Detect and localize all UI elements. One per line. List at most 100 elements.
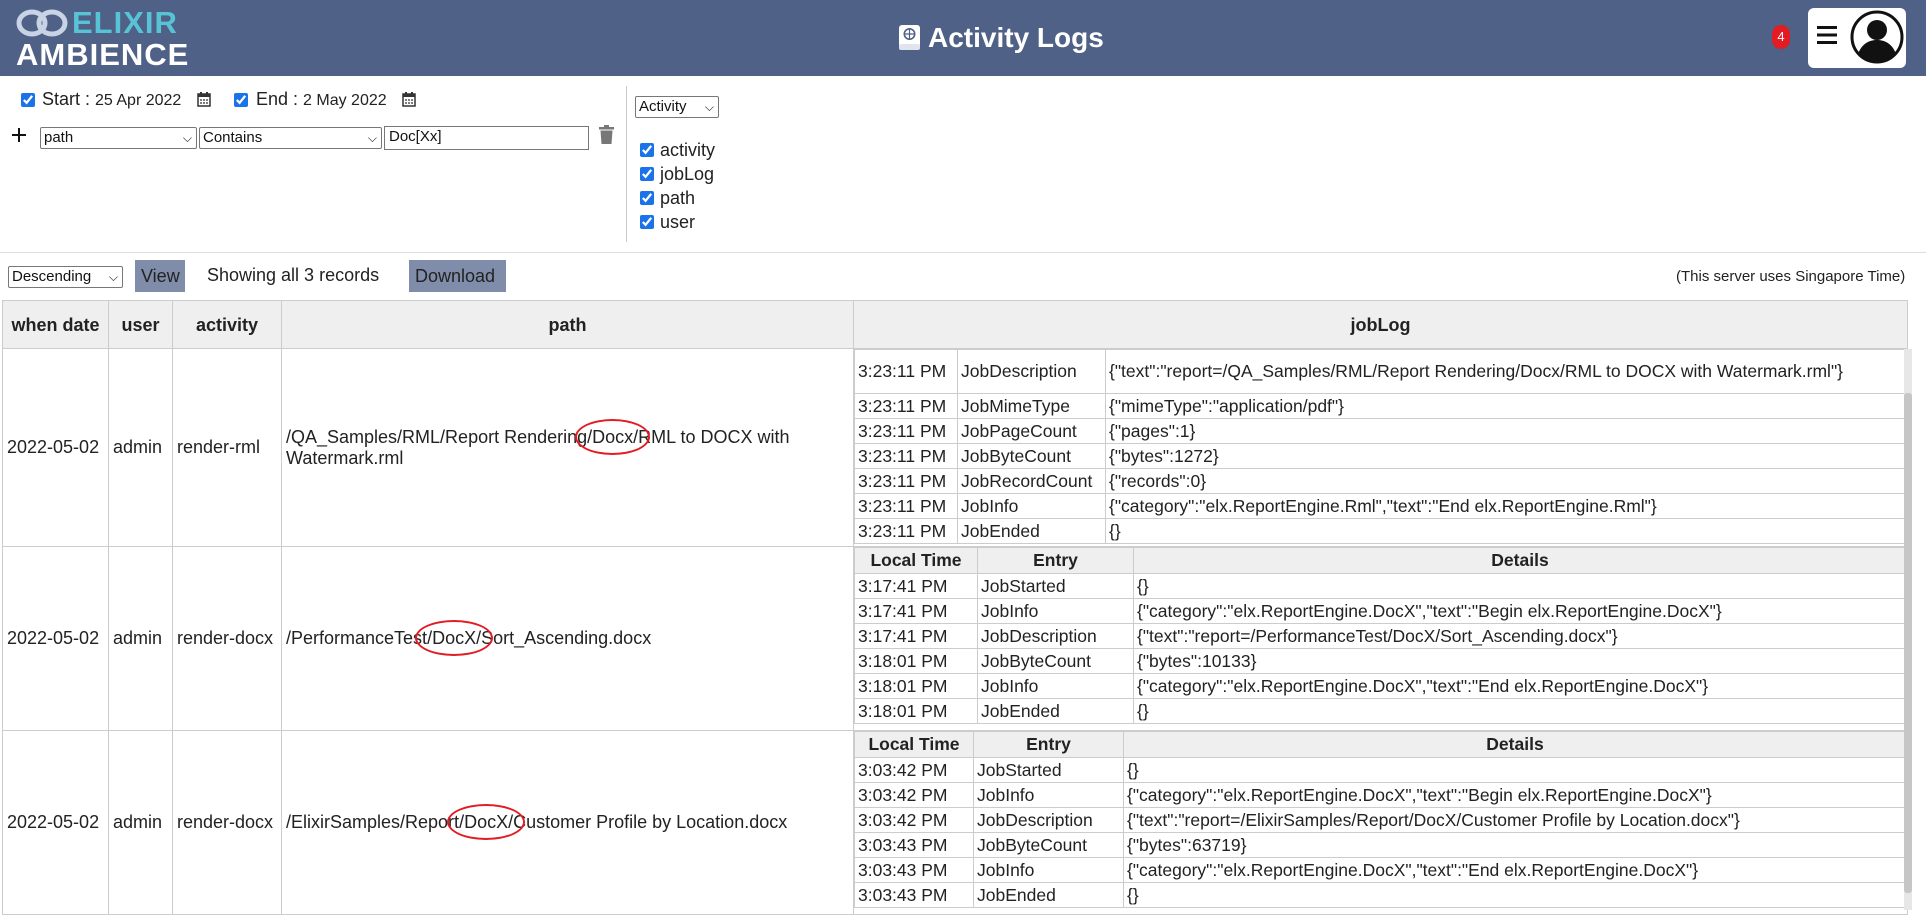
scrollbar-thumb[interactable] [1904, 393, 1912, 893]
column-toggle-joblog[interactable]: jobLog [640, 162, 715, 186]
joblog-row: 3:03:43 PM JobByteCount {"bytes":63719} [854, 832, 1907, 858]
joblog-row: 3:18:01 PM JobByteCount {"bytes":10133} [854, 648, 1907, 674]
column-toggle-activity[interactable]: activity [640, 138, 715, 162]
row-joblog: Local Time Entry Details 3:17:41 PM JobSt… [853, 546, 1908, 731]
download-button[interactable]: Download [409, 260, 506, 292]
end-calendar-icon[interactable] [402, 91, 416, 107]
display-mode-select[interactable]: Activity ⌵ [635, 96, 719, 118]
sort-order-select[interactable]: Descending ⌵ [8, 266, 123, 288]
row-joblog: 3:23:11 PM JobDescription {"text":"repor… [853, 348, 1908, 547]
column-header-joblog[interactable]: jobLog [853, 300, 1908, 349]
path-highlight-match: /Docx/ [587, 426, 639, 447]
joblog-row: 3:17:41 PM JobStarted{} [854, 573, 1907, 599]
column-user-checkbox[interactable] [640, 215, 654, 229]
end-date-label: End : 2 May 2022 [256, 89, 387, 109]
log-time: 3:03:43 PM [854, 882, 974, 908]
log-entry: JobInfo [977, 598, 1134, 624]
view-button[interactable]: View [135, 260, 185, 292]
user-menu[interactable] [1808, 8, 1906, 68]
log-details: {"pages":1} [1105, 418, 1907, 444]
column-header-user[interactable]: user [108, 300, 173, 349]
joblog-row: 3:03:43 PM JobInfo {"category":"elx.Report… [854, 857, 1907, 883]
row-activity: render-rml [172, 348, 282, 547]
joblog-row: 3:03:42 PM JobInfo {"category":"elx.Report… [854, 782, 1907, 808]
log-entry: JobInfo [973, 782, 1124, 808]
column-path-checkbox[interactable] [640, 191, 654, 205]
log-entry: JobEnded [957, 518, 1106, 544]
column-header-path[interactable]: path [281, 300, 854, 349]
log-entry: JobStarted [977, 573, 1134, 599]
chevron-down-icon: ⌵ [108, 270, 118, 284]
add-filter-icon[interactable] [11, 127, 27, 143]
row-activity: render-docx [172, 730, 282, 915]
log-book-icon [899, 25, 920, 50]
joblog-row: 3:17:41 PM JobDescription {"text":"report=… [854, 623, 1907, 649]
log-entry: JobEnded [973, 882, 1124, 908]
column-header-activity[interactable]: activity [172, 300, 282, 349]
log-entry: JobByteCount [957, 443, 1106, 469]
joblog-header-details: Details [1133, 547, 1907, 574]
start-calendar-icon[interactable] [197, 91, 211, 107]
log-details: {"records":0} [1105, 468, 1907, 494]
column-header-when-date[interactable]: when date [2, 300, 109, 349]
log-entry: JobRecordCount [957, 468, 1106, 494]
row-joblog: Local Time Entry Details 3:03:42 PM JobSt… [853, 730, 1908, 915]
log-entry: JobByteCount [977, 648, 1134, 674]
log-details: {"category":"elx.ReportEngine.DocX","tex… [1133, 673, 1907, 699]
path-highlight-match: /DocX/ [427, 628, 482, 648]
log-time: 3:17:41 PM [854, 598, 978, 624]
notification-badge[interactable]: 4 [1772, 25, 1790, 49]
end-date-checkbox[interactable] [234, 93, 248, 107]
joblog-row: 3:23:11 PM JobMimeType {"mimeType":"applic… [854, 393, 1907, 419]
start-date-value: 25 Apr 2022 [95, 92, 182, 109]
joblog-row: 3:03:42 PM JobStarted{} [854, 757, 1907, 783]
row-date: 2022-05-02 [2, 730, 109, 915]
joblog-row: 3:23:11 PM JobEnded{} [854, 518, 1907, 544]
delete-filter-trash-icon[interactable] [598, 125, 615, 145]
log-entry: JobStarted [973, 757, 1124, 783]
joblog-row: 3:03:43 PM JobEnded{} [854, 882, 1907, 908]
log-time: 3:23:11 PM [854, 418, 958, 444]
log-time: 3:23:11 PM [854, 443, 958, 469]
table-scrollbar[interactable] [1904, 349, 1912, 910]
log-time: 3:17:41 PM [854, 573, 978, 599]
column-path-label: path [660, 187, 696, 208]
log-details: {"text":"report=/ElixirSamples/Report/Do… [1123, 807, 1907, 833]
joblog-row: 3:18:01 PM JobEnded{} [854, 698, 1907, 724]
table-header-row: when date user activity path jobLog [2, 300, 1908, 349]
end-date-value: 2 May 2022 [303, 92, 387, 109]
log-entry: JobDescription [973, 807, 1124, 833]
log-details: {} [1123, 882, 1907, 908]
logo-text-ambience: AMBIENCE [16, 37, 190, 72]
joblog-row: 3:17:41 PM JobInfo {"category":"elx.Report… [854, 598, 1907, 624]
log-entry: JobByteCount [973, 832, 1124, 858]
table-row[interactable]: 2022-05-02 admin render-rml /QA_Samples/… [2, 348, 1908, 547]
elixir-ambience-logo[interactable]: ELIXIR AMBIENCE [16, 6, 188, 70]
start-date-checkbox[interactable] [21, 93, 35, 107]
hamburger-menu-icon[interactable] [1816, 24, 1838, 46]
joblog-header-entry: Entry [977, 547, 1134, 574]
user-avatar-icon[interactable] [1850, 10, 1904, 64]
page-title: Activity Logs [928, 22, 1104, 53]
path-suffix: Sort_Ascending.docx [481, 628, 652, 648]
joblog-header-details: Details [1123, 731, 1907, 758]
row-activity: render-docx [172, 546, 282, 731]
column-activity-checkbox[interactable] [640, 143, 654, 157]
log-time: 3:18:01 PM [854, 673, 978, 699]
log-time: 3:03:42 PM [854, 807, 974, 833]
joblog-row: 3:23:11 PM JobPageCount {"pages":1} [854, 418, 1907, 444]
path-prefix: /ElixirSamples/Report [286, 812, 460, 832]
filter-field-select[interactable]: path ⌵ [40, 127, 197, 149]
log-details: {} [1133, 573, 1907, 599]
column-user-label: user [660, 211, 696, 232]
table-row[interactable]: 2022-05-02 admin render-docx /Performanc… [2, 546, 1908, 731]
table-row[interactable]: 2022-05-02 admin render-docx /ElixirSamp… [2, 730, 1908, 915]
column-joblog-checkbox[interactable] [640, 167, 654, 181]
filter-operator-select[interactable]: Contains ⌵ [199, 127, 382, 149]
start-date-label: Start : 25 Apr 2022 [42, 89, 182, 109]
log-time: 3:03:42 PM [854, 757, 974, 783]
log-entry: JobInfo [957, 493, 1106, 519]
column-toggle-user[interactable]: user [640, 210, 715, 234]
column-toggle-path[interactable]: path [640, 186, 715, 210]
filter-value-input[interactable]: Doc[Xx] [384, 126, 589, 150]
